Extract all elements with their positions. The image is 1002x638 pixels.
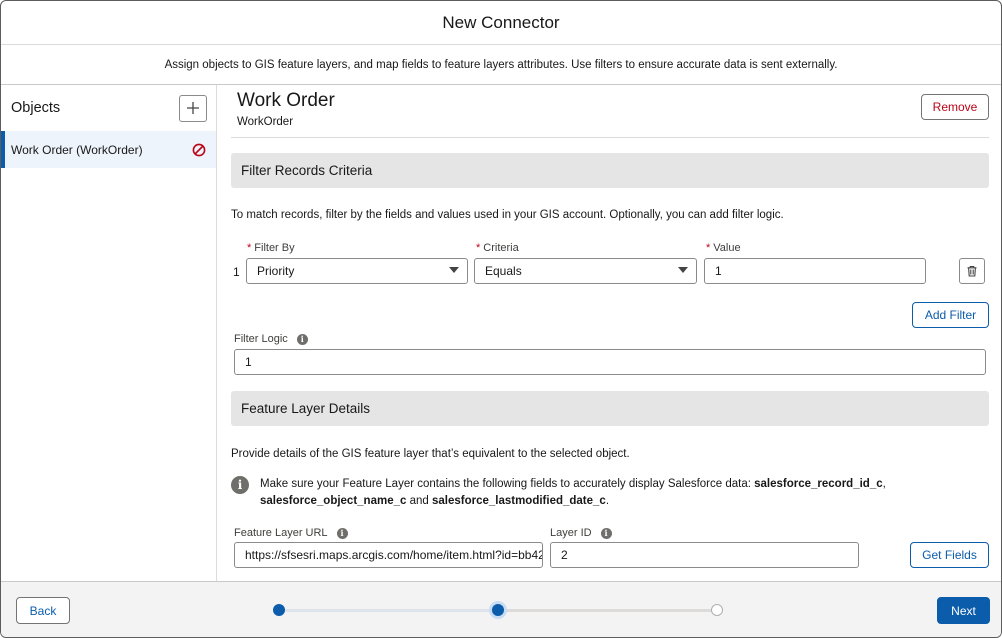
- sidebar-title: Objects: [11, 100, 61, 116]
- add-object-button[interactable]: [179, 94, 207, 122]
- required-marker: *: [247, 242, 252, 254]
- feature-section-header: Feature Layer Details: [231, 391, 989, 426]
- required-marker: *: [476, 242, 481, 254]
- criteria-select[interactable]: Equals: [474, 258, 697, 284]
- sidebar-header: Objects: [1, 85, 216, 131]
- next-button[interactable]: Next: [937, 597, 990, 624]
- notice-text: Make sure your Feature Layer contains th…: [260, 476, 960, 510]
- connector-modal: New Connector Assign objects to GIS feat…: [0, 0, 1002, 638]
- info-icon: i: [231, 476, 249, 494]
- value-label-text: Value: [713, 242, 741, 254]
- notice-separator: ,: [882, 478, 886, 490]
- filter-logic-label: Filter Logic i: [234, 333, 308, 345]
- fields-notice: i Make sure your Feature Layer contains …: [231, 473, 989, 513]
- modal-footer: Back Next: [1, 581, 1001, 637]
- feature-section-title: Feature Layer Details: [241, 401, 371, 416]
- notice-prefix: Make sure your Feature Layer contains th…: [260, 478, 755, 490]
- get-fields-button[interactable]: Get Fields: [910, 542, 989, 568]
- delete-filter-button[interactable]: [959, 258, 985, 284]
- value-label: * Value: [706, 242, 741, 254]
- objects-sidebar: Objects Work Order (WorkOrder): [1, 85, 217, 581]
- filter-value-input[interactable]: 1: [704, 258, 926, 284]
- filter-by-label: * Filter By: [247, 242, 295, 254]
- layer-id-input[interactable]: 2: [550, 542, 859, 568]
- required-marker: *: [706, 242, 711, 254]
- filter-logic-input[interactable]: 1: [234, 349, 986, 375]
- filter-by-label-text: Filter By: [254, 242, 295, 254]
- sidebar-item-label: Work Order (WorkOrder): [11, 142, 143, 157]
- filter-description: To match records, filter by the fields a…: [231, 209, 784, 221]
- info-icon[interactable]: i: [600, 527, 612, 539]
- feature-layer-url-label: Feature Layer URL i: [234, 527, 348, 539]
- block-icon: [192, 143, 206, 157]
- object-api-name: WorkOrder: [237, 116, 294, 128]
- modal-title: New Connector: [442, 12, 560, 32]
- plus-icon: [187, 102, 199, 114]
- progress-step-3[interactable]: [711, 604, 723, 616]
- notice-suffix: .: [605, 495, 610, 507]
- notice-field-object-name: salesforce_object_name_c: [260, 495, 407, 507]
- chevron-down-icon: [678, 267, 688, 273]
- filter-row-number: 1: [233, 265, 240, 279]
- feature-layer-url-input[interactable]: https://sfsesri.maps.arcgis.com/home/ite…: [234, 542, 543, 568]
- info-icon[interactable]: i: [296, 333, 308, 345]
- description-text: Assign objects to GIS feature layers, an…: [164, 58, 838, 71]
- filter-section-header: Filter Records Criteria: [231, 153, 989, 188]
- trash-icon: [967, 265, 977, 277]
- feature-description: Provide details of the GIS feature layer…: [231, 448, 630, 460]
- modal-description: Assign objects to GIS feature layers, an…: [1, 45, 1001, 85]
- layer-id-label-text: Layer ID: [550, 527, 592, 539]
- filter-section-title: Filter Records Criteria: [241, 163, 373, 178]
- remove-button[interactable]: Remove: [921, 94, 989, 120]
- object-title: Work Order: [237, 90, 335, 111]
- criteria-label-text: Criteria: [483, 242, 519, 254]
- info-icon[interactable]: i: [336, 527, 348, 539]
- filter-value-text: 1: [715, 264, 722, 278]
- notice-separator: and: [406, 495, 432, 507]
- notice-field-lastmodified: salesforce_lastmodified_date_c: [431, 495, 606, 507]
- progress-step-1[interactable]: [273, 604, 285, 616]
- chevron-down-icon: [449, 267, 459, 273]
- divider: [231, 137, 989, 138]
- filter-by-value: Priority: [257, 264, 295, 278]
- back-button[interactable]: Back: [16, 597, 70, 624]
- filter-logic-label-text: Filter Logic: [234, 333, 288, 345]
- add-filter-button[interactable]: Add Filter: [912, 302, 989, 328]
- criteria-label: * Criteria: [476, 242, 519, 254]
- object-detail-panel: Work Order WorkOrder Remove Filter Recor…: [218, 85, 1001, 581]
- url-label-text: Feature Layer URL: [234, 527, 328, 539]
- sidebar-item-work-order[interactable]: Work Order (WorkOrder): [1, 131, 216, 168]
- progress-step-2[interactable]: [492, 604, 504, 616]
- layer-id-label: Layer ID i: [550, 527, 612, 539]
- progress-fill: [279, 609, 498, 612]
- feature-layer-url-value: https://sfsesri.maps.arcgis.com/home/ite…: [245, 548, 543, 562]
- notice-field-record-id: salesforce_record_id_c: [754, 478, 883, 490]
- criteria-value: Equals: [485, 264, 522, 278]
- modal-header: New Connector: [1, 1, 1001, 45]
- filter-by-select[interactable]: Priority: [246, 258, 468, 284]
- layer-id-value: 2: [561, 548, 568, 562]
- filter-logic-value: 1: [245, 355, 252, 369]
